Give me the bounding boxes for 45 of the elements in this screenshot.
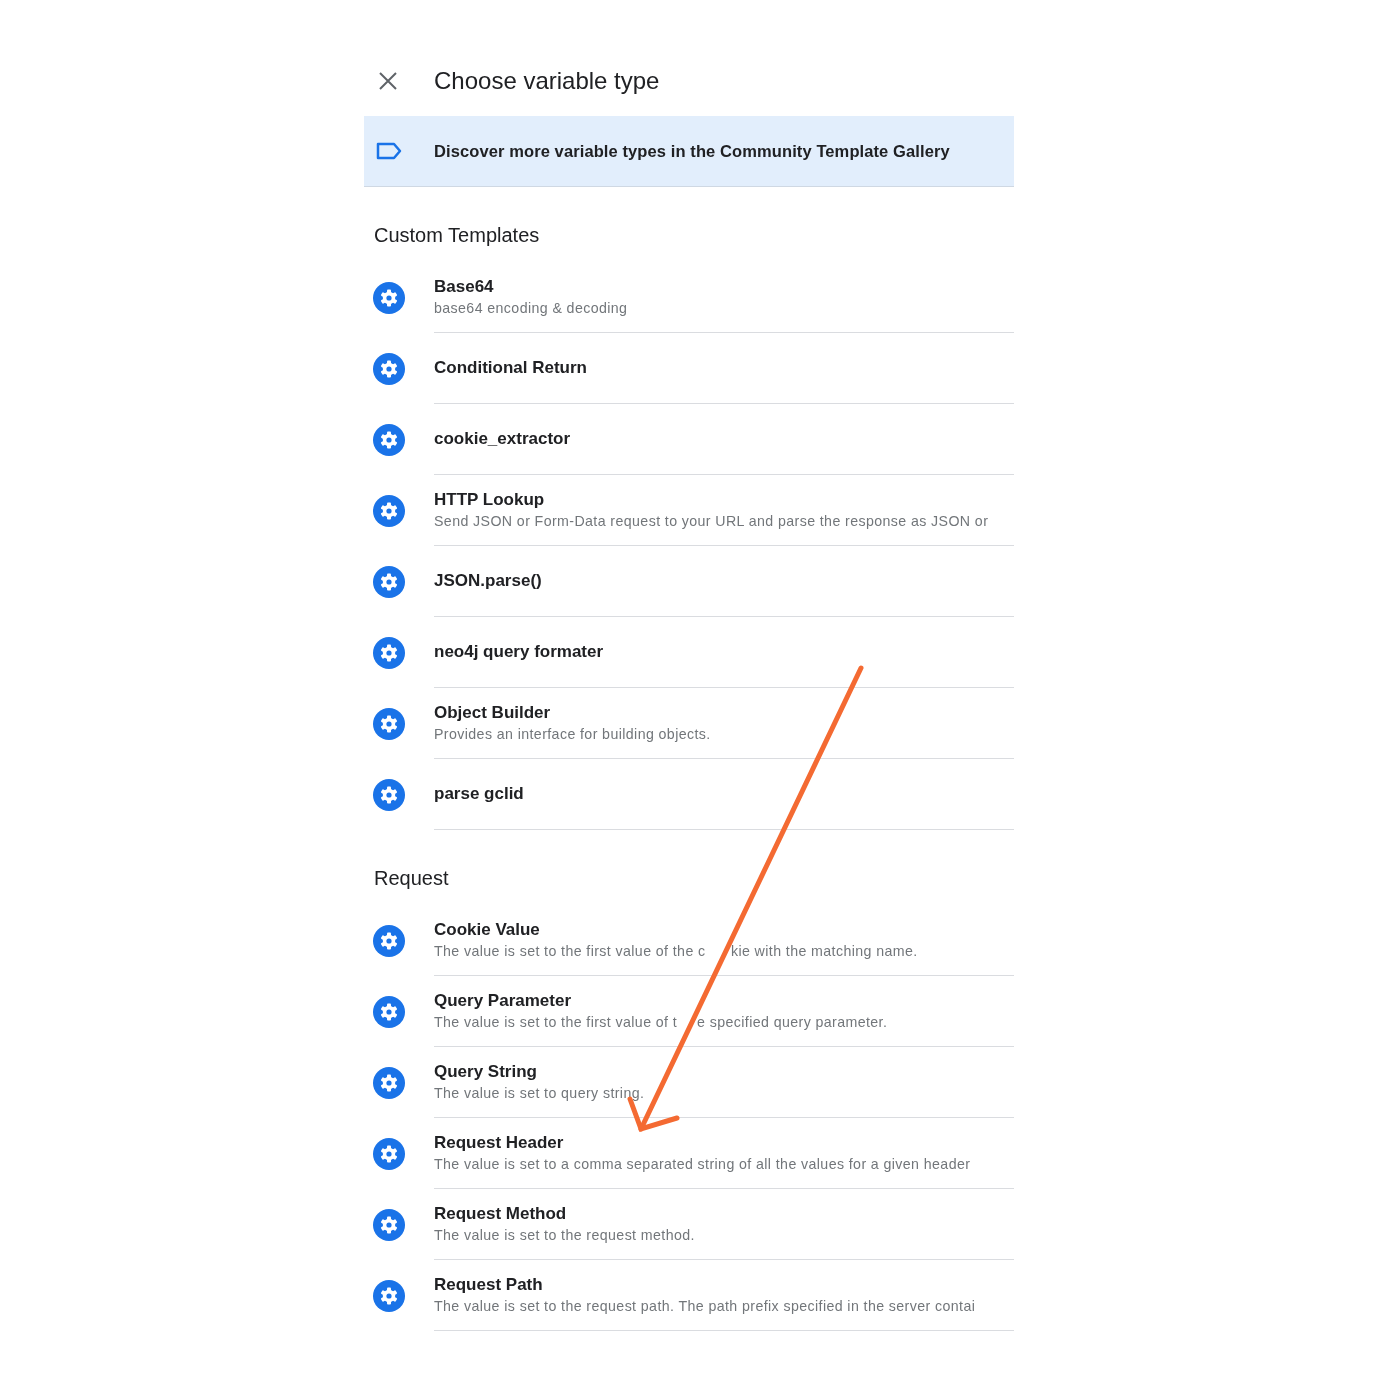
variable-type-description: base64 encoding & decoding	[434, 299, 629, 318]
variable-type-description: The value is set to the request method.	[434, 1226, 696, 1245]
gear-icon	[373, 995, 405, 1028]
close-icon	[378, 71, 398, 91]
variable-type-description: The value is set to a comma separated string of all the values for a given header	[434, 1155, 972, 1174]
description-fragment: The value is set to the first value of t	[434, 1013, 678, 1032]
dialog-title: Choose variable type	[434, 66, 660, 96]
variable-type-description: The value is set to query string.	[434, 1084, 646, 1103]
variable-type-name[interactable]: Request Method	[434, 1203, 1014, 1225]
variable-type-name[interactable]: Conditional Return	[434, 357, 1014, 379]
variable-type-name[interactable]: Query Parameter	[434, 990, 1014, 1012]
gear-icon	[373, 778, 405, 811]
description-fragment: e specified query parameter.	[697, 1013, 888, 1032]
gear-icon	[373, 565, 405, 598]
description-fragment: The value is set to the first value of the c	[434, 942, 706, 961]
variable-type-name[interactable]: Base64	[434, 276, 1014, 298]
gear-icon	[373, 636, 405, 669]
variable-type-name[interactable]: neo4j query formater	[434, 641, 1014, 663]
variable-type-name[interactable]: parse gclid	[434, 783, 1014, 805]
gear-icon	[373, 494, 405, 527]
section-heading: Request	[373, 866, 450, 891]
variable-type-name[interactable]: Request Path	[434, 1274, 1014, 1296]
description-fragment: kie with the matching name.	[730, 942, 918, 961]
gear-icon	[373, 352, 405, 385]
gear-icon	[373, 1279, 405, 1312]
variable-type-description: Send JSON or Form-Data request to your URL and parse the response as JSON or	[434, 512, 990, 531]
gear-icon	[373, 1137, 405, 1170]
gear-icon	[373, 707, 405, 740]
tag-icon	[376, 142, 402, 160]
variable-type-name[interactable]: Cookie Value	[434, 919, 1014, 941]
gear-icon	[373, 423, 405, 456]
gear-icon	[373, 924, 405, 957]
variable-type-name[interactable]: Query String	[434, 1061, 1014, 1083]
gear-icon	[373, 1208, 405, 1241]
variable-type-name[interactable]: cookie_extractor	[434, 428, 1014, 450]
section-heading: Custom Templates	[373, 223, 541, 248]
gallery-banner[interactable]: Discover more variable types in the Community Template Gallery	[364, 116, 1014, 187]
gear-icon	[373, 1066, 405, 1099]
variable-type-name[interactable]: Request Header	[434, 1132, 1014, 1154]
variable-type-description: Provides an interface for building objects.	[434, 725, 712, 744]
variable-type-name[interactable]: Object Builder	[434, 702, 1014, 724]
variable-type-description: The value is set to the request path. The path prefix specified in the server contai	[434, 1297, 977, 1316]
variable-type-name[interactable]: HTTP Lookup	[434, 489, 1014, 511]
gear-icon	[373, 281, 405, 314]
variable-type-name[interactable]: JSON.parse()	[434, 570, 1014, 592]
